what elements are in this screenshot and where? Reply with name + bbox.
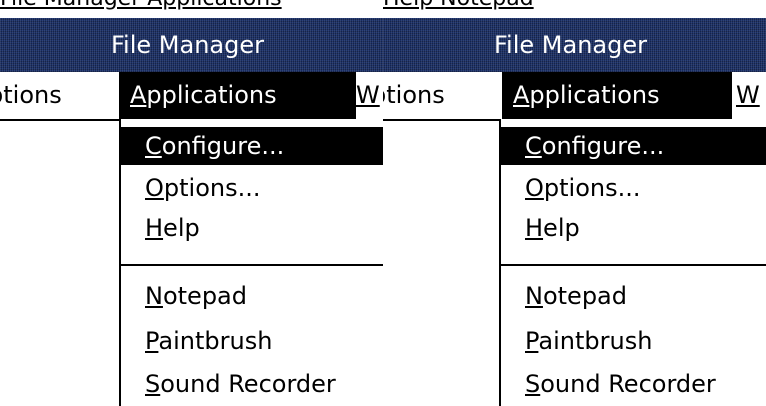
menu-item-sound-recorder[interactable]: Sound Recorder [501,365,766,403]
applications-dropdown: Configure... Options... Help Notepad Pai… [119,119,383,406]
menu-item-notepad-label: otepad [542,282,627,310]
menu-window[interactable]: W [356,72,383,119]
menu-bar: ptions Applications W [0,72,383,121]
menu-item-sound-recorder[interactable]: Sound Recorder [121,365,383,403]
menu-item-configure-label: onfigure... [161,132,285,160]
menu-item-sound-recorder-mnemonic: S [525,370,541,398]
menu-separator [121,264,383,266]
menu-item-sound-recorder-mnemonic: S [145,370,161,398]
screenshot-panel-right: Help Notepad File Manager ptions Applica… [383,0,766,406]
title-bar[interactable]: File Manager [383,18,766,72]
menu-separator [501,264,766,266]
menu-item-help-label: elp [543,214,580,242]
top-cropped-strip: Help Notepad [383,0,766,18]
menu-item-sound-recorder-label: ound Recorder [540,370,716,398]
menu-options[interactable]: ptions [0,72,62,119]
window-title: File Manager [111,31,264,59]
menu-item-paintbrush[interactable]: Paintbrush [121,322,383,360]
menu-applications-label: pplications [146,81,277,109]
top-cropped-strip: File Manager Applications [0,0,383,18]
menu-item-configure[interactable]: Configure... [501,127,766,165]
menu-applications-label: pplications [529,81,660,109]
menu-applications[interactable]: Applications [119,72,379,119]
menu-applications-mnemonic: A [513,81,530,109]
menu-item-options-mnemonic: O [145,174,164,202]
menu-item-notepad-label: otepad [162,282,247,310]
menu-item-help[interactable]: Help [121,209,383,247]
menu-item-help-label: elp [163,214,200,242]
menu-item-configure[interactable]: Configure... [121,127,383,165]
menu-item-options[interactable]: Options... [121,169,383,207]
menu-applications[interactable]: Applications [502,72,732,119]
applications-dropdown: Configure... Options... Help Notepad Pai… [499,119,766,406]
menu-window-label: W [736,81,760,109]
menu-item-paintbrush-mnemonic: P [525,327,539,355]
title-bar[interactable]: File Manager [0,18,383,72]
menu-item-paintbrush[interactable]: Paintbrush [501,322,766,360]
menu-applications-mnemonic: A [130,81,147,109]
menu-window[interactable]: W [736,72,766,119]
menu-item-help-mnemonic: H [145,214,164,242]
menu-item-notepad[interactable]: Notepad [501,277,766,315]
menu-item-notepad-mnemonic: N [145,282,163,310]
menu-item-notepad-mnemonic: N [525,282,543,310]
menu-item-paintbrush-label: aintbrush [158,327,273,355]
top-cropped-text: File Manager Applications [0,0,282,11]
menu-item-options[interactable]: Options... [501,169,766,207]
menu-item-configure-mnemonic: C [525,132,542,160]
menu-item-help[interactable]: Help [501,209,766,247]
screenshot-panel-left: File Manager Applications File Manager p… [0,0,383,406]
menu-item-paintbrush-mnemonic: P [145,327,159,355]
menu-item-configure-mnemonic: C [145,132,162,160]
menu-options[interactable]: ptions [383,72,445,119]
menu-item-configure-label: onfigure... [541,132,665,160]
menu-bar: ptions Applications W [383,72,766,121]
menu-item-help-mnemonic: H [525,214,544,242]
menu-options-label: ptions [0,81,62,109]
menu-item-paintbrush-label: aintbrush [538,327,653,355]
menu-item-sound-recorder-label: ound Recorder [160,370,336,398]
menu-item-options-label: ptions... [163,174,261,202]
menu-item-options-label: ptions... [543,174,641,202]
menu-options-label: ptions [383,81,445,109]
menu-item-options-mnemonic: O [525,174,544,202]
menu-item-notepad[interactable]: Notepad [121,277,383,315]
menu-window-label: W [356,81,380,109]
top-cropped-text: Help Notepad [383,0,534,11]
window-title: File Manager [494,31,647,59]
